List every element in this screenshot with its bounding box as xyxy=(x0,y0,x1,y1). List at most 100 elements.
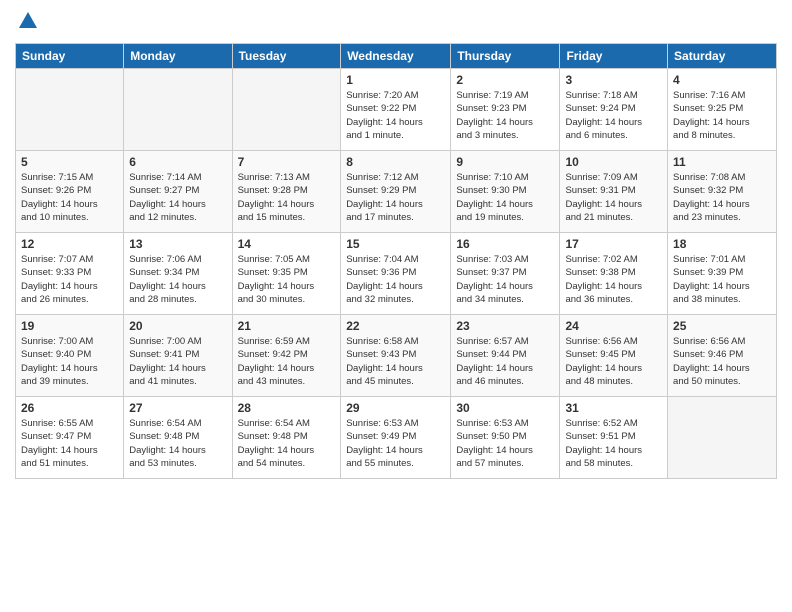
day-number: 18 xyxy=(673,237,771,251)
calendar-cell: 17 Sunrise: 7:02 AMSunset: 9:38 PMDayligh… xyxy=(560,233,668,315)
day-info: Sunrise: 6:57 AMSunset: 9:44 PMDaylight:… xyxy=(456,335,554,388)
calendar-cell: 8 Sunrise: 7:12 AMSunset: 9:29 PMDaylight… xyxy=(341,151,451,233)
day-info: Sunrise: 7:00 AMSunset: 9:40 PMDaylight:… xyxy=(21,335,118,388)
calendar-cell: 23 Sunrise: 6:57 AMSunset: 9:44 PMDayligh… xyxy=(451,315,560,397)
day-info: Sunrise: 6:59 AMSunset: 9:42 PMDaylight:… xyxy=(238,335,336,388)
calendar-cell: 26Sunrise: 6:55 AMSunset: 9:47 PMDayligh… xyxy=(16,397,124,479)
day-number: 1 xyxy=(346,73,445,87)
day-info: Sunrise: 6:56 AMSunset: 9:45 PMDaylight:… xyxy=(565,335,662,388)
calendar-cell xyxy=(232,69,341,151)
day-info: Sunrise: 6:56 AMSunset: 9:46 PMDaylight:… xyxy=(673,335,771,388)
day-info: Sunrise: 6:58 AMSunset: 9:43 PMDaylight:… xyxy=(346,335,445,388)
calendar-cell: 16 Sunrise: 7:03 AMSunset: 9:37 PMDayligh… xyxy=(451,233,560,315)
day-header-saturday: Saturday xyxy=(668,44,777,69)
day-number: 20 xyxy=(129,319,226,333)
day-info: Sunrise: 7:20 AMSunset: 9:22 PMDaylight:… xyxy=(346,89,445,142)
day-number: 2 xyxy=(456,73,554,87)
calendar-cell: 5Sunrise: 7:15 AMSunset: 9:26 PMDaylight… xyxy=(16,151,124,233)
calendar-cell: 18 Sunrise: 7:01 AMSunset: 9:39 PMDayligh… xyxy=(668,233,777,315)
calendar-cell: 25 Sunrise: 6:56 AMSunset: 9:46 PMDayligh… xyxy=(668,315,777,397)
day-number: 25 xyxy=(673,319,771,333)
day-number: 24 xyxy=(565,319,662,333)
day-info: Sunrise: 7:10 AMSunset: 9:30 PMDaylight:… xyxy=(456,171,554,224)
day-header-friday: Friday xyxy=(560,44,668,69)
calendar-cell: 27 Sunrise: 6:54 AMSunset: 9:48 PMDayligh… xyxy=(124,397,232,479)
week-row-2: 5Sunrise: 7:15 AMSunset: 9:26 PMDaylight… xyxy=(16,151,777,233)
calendar-cell: 7 Sunrise: 7:13 AMSunset: 9:28 PMDaylight… xyxy=(232,151,341,233)
week-row-1: 1 Sunrise: 7:20 AMSunset: 9:22 PMDaylight… xyxy=(16,69,777,151)
calendar-cell: 9 Sunrise: 7:10 AMSunset: 9:30 PMDaylight… xyxy=(451,151,560,233)
week-row-5: 26Sunrise: 6:55 AMSunset: 9:47 PMDayligh… xyxy=(16,397,777,479)
day-header-wednesday: Wednesday xyxy=(341,44,451,69)
day-info: Sunrise: 7:02 AMSunset: 9:38 PMDaylight:… xyxy=(565,253,662,306)
day-info: Sunrise: 7:09 AMSunset: 9:31 PMDaylight:… xyxy=(565,171,662,224)
day-info: Sunrise: 7:12 AMSunset: 9:29 PMDaylight:… xyxy=(346,171,445,224)
day-number: 4 xyxy=(673,73,771,87)
calendar-cell: 2Sunrise: 7:19 AMSunset: 9:23 PMDaylight… xyxy=(451,69,560,151)
calendar-cell: 20 Sunrise: 7:00 AMSunset: 9:41 PMDayligh… xyxy=(124,315,232,397)
day-number: 22 xyxy=(346,319,445,333)
day-number: 17 xyxy=(565,237,662,251)
day-info: Sunrise: 6:52 AMSunset: 9:51 PMDaylight:… xyxy=(565,417,662,470)
day-number: 31 xyxy=(565,401,662,415)
header xyxy=(15,10,777,37)
day-info: Sunrise: 7:05 AMSunset: 9:35 PMDaylight:… xyxy=(238,253,336,306)
day-info: Sunrise: 7:03 AMSunset: 9:37 PMDaylight:… xyxy=(456,253,554,306)
day-number: 9 xyxy=(456,155,554,169)
day-number: 16 xyxy=(456,237,554,251)
day-info: Sunrise: 7:07 AMSunset: 9:33 PMDaylight:… xyxy=(21,253,118,306)
logo-icon xyxy=(17,10,39,32)
day-number: 13 xyxy=(129,237,226,251)
week-row-3: 12 Sunrise: 7:07 AMSunset: 9:33 PMDayligh… xyxy=(16,233,777,315)
day-number: 21 xyxy=(238,319,336,333)
day-info: Sunrise: 6:53 AMSunset: 9:49 PMDaylight:… xyxy=(346,417,445,470)
calendar-cell: 31 Sunrise: 6:52 AMSunset: 9:51 PMDayligh… xyxy=(560,397,668,479)
day-info: Sunrise: 6:53 AMSunset: 9:50 PMDaylight:… xyxy=(456,417,554,470)
calendar-cell: 3 Sunrise: 7:18 AMSunset: 9:24 PMDaylight… xyxy=(560,69,668,151)
day-number: 10 xyxy=(565,155,662,169)
calendar-cell: 30 Sunrise: 6:53 AMSunset: 9:50 PMDayligh… xyxy=(451,397,560,479)
calendar-cell: 21 Sunrise: 6:59 AMSunset: 9:42 PMDayligh… xyxy=(232,315,341,397)
day-info: Sunrise: 7:13 AMSunset: 9:28 PMDaylight:… xyxy=(238,171,336,224)
day-number: 3 xyxy=(565,73,662,87)
calendar-cell xyxy=(124,69,232,151)
day-info: Sunrise: 7:18 AMSunset: 9:24 PMDaylight:… xyxy=(565,89,662,142)
day-header-monday: Monday xyxy=(124,44,232,69)
calendar-cell: 10 Sunrise: 7:09 AMSunset: 9:31 PMDayligh… xyxy=(560,151,668,233)
calendar-cell xyxy=(668,397,777,479)
calendar-cell: 15 Sunrise: 7:04 AMSunset: 9:36 PMDayligh… xyxy=(341,233,451,315)
calendar-cell: 24 Sunrise: 6:56 AMSunset: 9:45 PMDayligh… xyxy=(560,315,668,397)
calendar-cell: 11 Sunrise: 7:08 AMSunset: 9:32 PMDayligh… xyxy=(668,151,777,233)
day-number: 12 xyxy=(21,237,118,251)
day-number: 11 xyxy=(673,155,771,169)
day-number: 6 xyxy=(129,155,226,169)
day-number: 19 xyxy=(21,319,118,333)
calendar-cell: 6Sunrise: 7:14 AMSunset: 9:27 PMDaylight… xyxy=(124,151,232,233)
page: SundayMondayTuesdayWednesdayThursdayFrid… xyxy=(0,0,792,489)
day-number: 27 xyxy=(129,401,226,415)
day-number: 23 xyxy=(456,319,554,333)
day-info: Sunrise: 6:54 AMSunset: 9:48 PMDaylight:… xyxy=(238,417,336,470)
day-number: 15 xyxy=(346,237,445,251)
day-info: Sunrise: 7:01 AMSunset: 9:39 PMDaylight:… xyxy=(673,253,771,306)
day-info: Sunrise: 7:00 AMSunset: 9:41 PMDaylight:… xyxy=(129,335,226,388)
calendar-cell: 29 Sunrise: 6:53 AMSunset: 9:49 PMDayligh… xyxy=(341,397,451,479)
day-info: Sunrise: 7:04 AMSunset: 9:36 PMDaylight:… xyxy=(346,253,445,306)
day-number: 14 xyxy=(238,237,336,251)
calendar-cell: 19 Sunrise: 7:00 AMSunset: 9:40 PMDayligh… xyxy=(16,315,124,397)
day-info: Sunrise: 6:54 AMSunset: 9:48 PMDaylight:… xyxy=(129,417,226,470)
day-number: 7 xyxy=(238,155,336,169)
logo xyxy=(15,10,39,37)
day-number: 28 xyxy=(238,401,336,415)
week-row-4: 19 Sunrise: 7:00 AMSunset: 9:40 PMDayligh… xyxy=(16,315,777,397)
calendar-cell: 1 Sunrise: 7:20 AMSunset: 9:22 PMDaylight… xyxy=(341,69,451,151)
day-header-sunday: Sunday xyxy=(16,44,124,69)
day-number: 29 xyxy=(346,401,445,415)
calendar-cell: 14 Sunrise: 7:05 AMSunset: 9:35 PMDayligh… xyxy=(232,233,341,315)
calendar-cell xyxy=(16,69,124,151)
day-number: 30 xyxy=(456,401,554,415)
day-info: Sunrise: 7:08 AMSunset: 9:32 PMDaylight:… xyxy=(673,171,771,224)
calendar-header-row: SundayMondayTuesdayWednesdayThursdayFrid… xyxy=(16,44,777,69)
day-number: 8 xyxy=(346,155,445,169)
day-number: 5 xyxy=(21,155,118,169)
